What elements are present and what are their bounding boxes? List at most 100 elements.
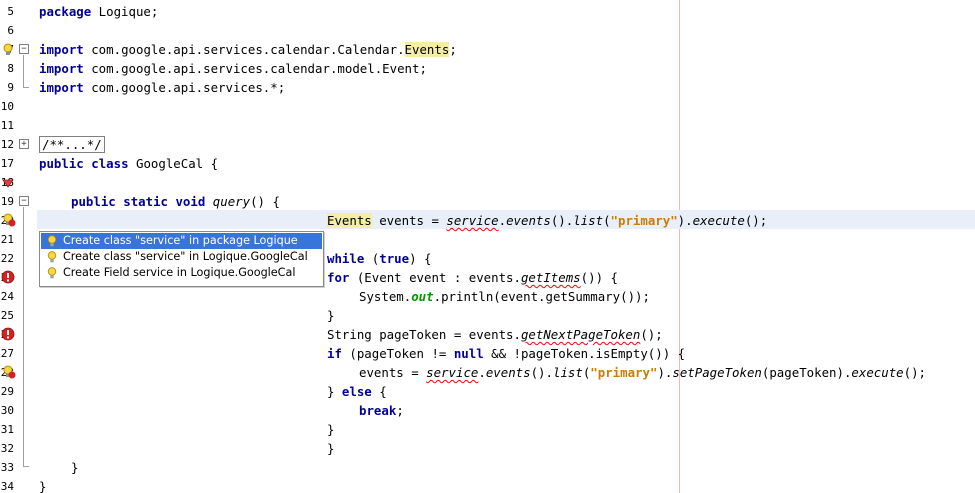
code-line-34[interactable]: } — [39, 477, 46, 493]
code-text: ( — [364, 251, 380, 266]
method-call: execute — [692, 213, 745, 228]
code-text: (pageToken != — [341, 346, 454, 361]
code-text: ; — [449, 42, 457, 57]
string-literal: "primary" — [590, 365, 658, 380]
code-text: events = — [359, 365, 427, 380]
error-bulb-icon[interactable] — [2, 213, 16, 227]
fold-guide — [23, 466, 29, 467]
line-number: 12 — [0, 138, 14, 151]
quick-fix-item-create-class-googlecal[interactable]: Create class "service" in Logique.Google… — [41, 249, 322, 265]
code-line-9[interactable]: import com.google.api.services.*; — [39, 78, 285, 97]
fold-guide — [23, 87, 29, 88]
code-line-19[interactable]: public static void query() { — [71, 192, 280, 211]
code-text: } — [327, 384, 342, 399]
method-name: query — [212, 194, 251, 209]
static-field: out — [411, 289, 434, 304]
keyword: void — [175, 194, 206, 209]
occurrence-highlight: Events — [404, 42, 450, 57]
code-line-27[interactable]: if (pageToken != null && !pageToken.isEm… — [327, 344, 685, 363]
line-number: 17 — [0, 157, 14, 170]
error-identifier[interactable]: service — [446, 213, 498, 228]
code-line-30[interactable]: break; — [359, 401, 404, 420]
method-call: events — [506, 213, 551, 228]
code-line-23[interactable]: for (Event event : events.getItems()) { — [327, 268, 618, 287]
line-number: 9 — [7, 81, 14, 94]
line-number: 27 — [0, 347, 14, 360]
error-icon[interactable] — [1, 327, 15, 341]
method-call: list — [573, 213, 604, 228]
method-call: events — [485, 365, 531, 380]
keyword: import — [39, 80, 84, 95]
quick-fix-label: Create Field service in Logique.GoogleCa… — [63, 266, 296, 279]
quick-fix-item-create-field[interactable]: Create Field service in Logique.GoogleCa… — [41, 265, 322, 281]
code-line-33[interactable]: } — [71, 458, 78, 477]
quick-fix-label: Create class "service" in package Logiqu… — [63, 234, 298, 247]
line-number: 30 — [0, 404, 14, 417]
fold-guide — [23, 55, 24, 87]
keyword: package — [39, 4, 92, 19]
code-line-28[interactable]: events = service.events().list("primary"… — [359, 363, 926, 382]
code-text: GoogleCal { — [128, 156, 219, 171]
quick-fix-popup[interactable]: Create class "service" in package Logiqu… — [39, 231, 324, 287]
code-text: } — [39, 479, 47, 493]
code-line-31[interactable]: } — [327, 420, 334, 439]
code-text: ). — [677, 213, 693, 228]
line-number: 11 — [0, 119, 14, 132]
code-text: } — [327, 441, 335, 456]
collapsed-comment[interactable]: /**...*/ — [39, 136, 105, 153]
code-line-5[interactable]: package Logique; — [39, 2, 158, 21]
quick-fix-label: Create class "service" in Logique.Google… — [63, 250, 308, 263]
line-number: 34 — [0, 480, 14, 493]
code-text: com.google.api.services.*; — [83, 80, 286, 95]
code-line-22[interactable]: while (true) { — [327, 249, 431, 268]
error-identifier[interactable]: getNextPageToken — [521, 327, 640, 342]
code-line-24[interactable]: System.out.println(event.getSummary()); — [359, 287, 650, 306]
override-arrow-icon[interactable] — [1, 176, 15, 190]
code-text: ; — [396, 403, 404, 418]
code-text: && !pageToken.isEmpty()) { — [483, 346, 686, 361]
warning-bulb-icon[interactable] — [2, 43, 16, 57]
keyword: static — [123, 194, 168, 209]
code-text: (pageToken). — [761, 365, 852, 380]
code-line-29[interactable]: } else { — [327, 382, 387, 401]
code-text: . — [478, 365, 486, 380]
code-text: ). — [657, 365, 673, 380]
keyword: if — [327, 346, 342, 361]
keyword: class — [91, 156, 129, 171]
error-icon[interactable] — [1, 270, 15, 284]
code-line-20[interactable]: Events events = service.events().list("p… — [327, 211, 767, 230]
code-text: events = — [371, 213, 447, 228]
error-identifier[interactable]: service — [426, 365, 478, 380]
line-number: 25 — [0, 309, 14, 322]
code-text: (). — [530, 365, 553, 380]
code-line-26[interactable]: String pageToken = events.getNextPageTok… — [327, 325, 663, 344]
keyword: import — [39, 61, 84, 76]
code-line-25[interactable]: } — [327, 306, 334, 325]
code-text: (); — [640, 327, 663, 342]
code-line-8[interactable]: import com.google.api.services.calendar.… — [39, 59, 427, 78]
fold-collapse-icon[interactable]: − — [19, 196, 29, 206]
keyword: while — [327, 251, 365, 266]
fold-expand-icon[interactable]: + — [19, 139, 29, 149]
code-text: } — [327, 422, 335, 437]
keyword: else — [341, 384, 372, 399]
quick-fix-item-create-class-package[interactable]: Create class "service" in package Logiqu… — [41, 233, 322, 249]
code-line-32[interactable]: } — [327, 439, 334, 458]
fold-collapse-icon[interactable]: − — [19, 44, 29, 54]
error-identifier[interactable]: getItems — [521, 270, 581, 285]
line-number: 33 — [0, 461, 14, 474]
code-line-17[interactable]: public class GoogleCal { — [39, 154, 218, 173]
line-number: 24 — [0, 290, 14, 303]
code-line-12[interactable]: /**...*/ — [39, 135, 105, 154]
keyword: true — [379, 251, 410, 266]
code-line-7[interactable]: import com.google.api.services.calendar.… — [39, 40, 457, 59]
keyword: public — [39, 156, 84, 171]
code-text: ( — [603, 213, 611, 228]
keyword: public — [71, 194, 116, 209]
error-bulb-icon[interactable] — [2, 365, 16, 379]
method-call: execute — [851, 365, 904, 380]
line-number: 22 — [0, 252, 14, 265]
code-text: Logique; — [91, 4, 159, 19]
code-text: } — [327, 308, 335, 323]
code-text: com.google.api.services.calendar.Calenda… — [83, 42, 405, 57]
